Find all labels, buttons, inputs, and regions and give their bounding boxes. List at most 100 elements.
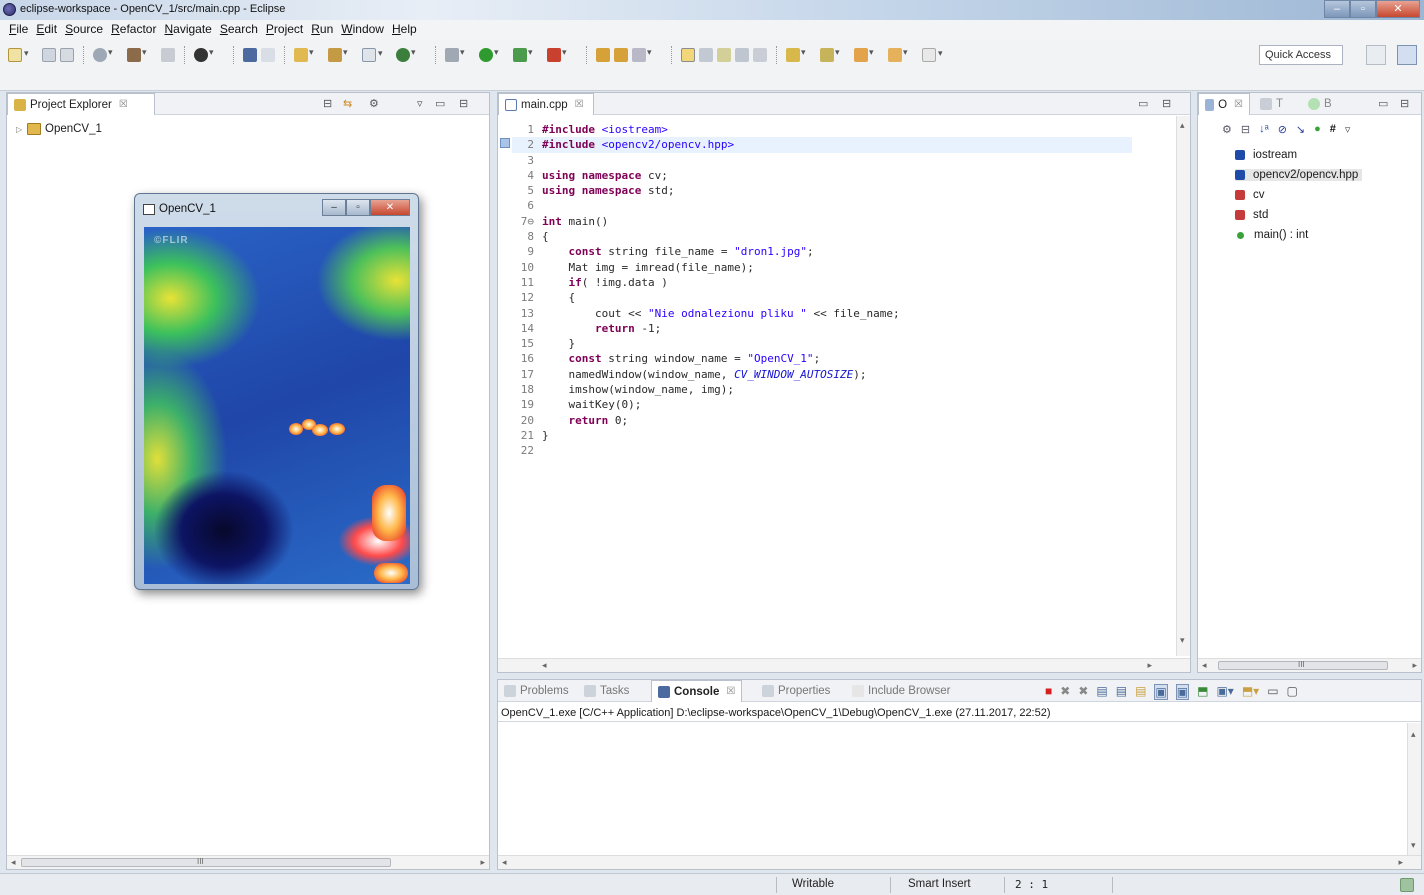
show-whitespace-icon[interactable] xyxy=(735,48,749,62)
minimize-view-icon[interactable]: ▭ xyxy=(1378,97,1394,110)
display-console-icon[interactable]: ▣▾ xyxy=(1216,684,1233,700)
debug-bug-icon[interactable] xyxy=(445,47,465,62)
pin-console-icon[interactable]: ⬒ xyxy=(1197,684,1208,700)
forward-arrow-icon[interactable] xyxy=(922,48,943,62)
menu-window[interactable]: Window xyxy=(338,20,389,39)
tree-item-project[interactable]: ▷ OpenCV_1 xyxy=(16,123,102,135)
code-line[interactable]: 14 return -1; xyxy=(512,321,1132,336)
maximize-view-icon[interactable]: ⊟ xyxy=(1400,97,1415,110)
code-line[interactable]: 1 #include <iostream> xyxy=(512,122,1132,137)
terminal-icon[interactable] xyxy=(243,48,257,62)
menu-project[interactable]: Project xyxy=(263,20,308,39)
outline-item-selected[interactable]: opencv2/opencv.hpp xyxy=(1235,169,1363,181)
block-selection-icon[interactable] xyxy=(717,48,731,62)
cpp-perspective-icon[interactable] xyxy=(1397,45,1417,65)
console-vertical-scrollbar[interactable]: ▴ ▾ xyxy=(1407,723,1421,855)
code-line[interactable]: 19 waitKey(0); xyxy=(512,397,1132,412)
code-line[interactable]: 17 namedWindow(window_name, CV_WINDOW_AU… xyxy=(512,367,1132,382)
quick-access-input[interactable]: Quick Access xyxy=(1259,45,1343,65)
menu-search[interactable]: Search xyxy=(217,20,263,39)
code-line[interactable]: 15 } xyxy=(512,336,1132,351)
open-element-icon[interactable] xyxy=(614,48,628,62)
tab-main-cpp[interactable]: main.cpp ☒ xyxy=(498,93,594,115)
menu-refactor[interactable]: Refactor xyxy=(108,20,161,39)
clear-console-icon[interactable]: ▤ xyxy=(1096,684,1107,700)
link-editor-icon[interactable]: ⇆ xyxy=(343,97,358,110)
minimize-view-icon[interactable]: ▭ xyxy=(435,97,451,110)
new-class-icon[interactable] xyxy=(396,47,416,62)
remove-launch-icon[interactable]: ✖ xyxy=(1060,684,1070,700)
new-icon[interactable] xyxy=(8,48,29,62)
hide-static-icon[interactable]: ↘ xyxy=(1296,123,1305,136)
open-perspective-icon[interactable] xyxy=(1366,45,1386,65)
scroll-right-icon[interactable]: ▸ xyxy=(1412,660,1417,671)
minimize-view-icon[interactable]: ▭ xyxy=(1138,97,1154,110)
code-line[interactable]: 4 using namespace cv; xyxy=(512,168,1132,183)
scroll-left-icon[interactable]: ◂ xyxy=(11,857,16,868)
outline-horizontal-scrollbar[interactable]: ◂ III ▸ xyxy=(1198,658,1421,672)
menu-file[interactable]: File xyxy=(6,20,33,39)
maximize-view-icon[interactable]: ⊟ xyxy=(1162,97,1177,110)
save-icon[interactable] xyxy=(42,48,56,62)
code-line[interactable]: 3 xyxy=(512,153,1132,168)
collapse-all-icon[interactable]: ⊟ xyxy=(323,97,338,110)
expand-chevron-icon[interactable]: ▷ xyxy=(16,125,22,134)
maximize-button[interactable]: ▫ xyxy=(1350,0,1376,18)
view-menu-icon[interactable]: ▿ xyxy=(1345,123,1351,136)
build-config-icon[interactable] xyxy=(93,47,113,62)
scroll-lock-icon[interactable]: ▤ xyxy=(1116,684,1127,700)
tab-project-explorer[interactable]: Project Explorer ☒ xyxy=(7,93,155,115)
close-icon[interactable]: ☒ xyxy=(726,686,735,697)
menu-source[interactable]: Source xyxy=(62,20,108,39)
show-stderr-icon[interactable]: ▣ xyxy=(1175,684,1190,700)
code-line[interactable]: 10 Mat img = imread(file_name); xyxy=(512,260,1132,275)
code-line[interactable]: 7⊖ int main() xyxy=(512,214,1132,229)
open-type-icon[interactable] xyxy=(596,48,610,62)
collapse-all-icon[interactable]: ⊟ xyxy=(1241,123,1250,136)
cv-maximize-button[interactable]: ▫ xyxy=(346,199,370,216)
show-stdout-icon[interactable]: ▣ xyxy=(1154,684,1168,700)
menu-navigate[interactable]: Navigate xyxy=(161,20,216,39)
scroll-left-icon[interactable]: ◂ xyxy=(1202,660,1207,671)
debug-person-icon[interactable] xyxy=(194,47,214,62)
opencv-image-window[interactable]: OpenCV_1 – ▫ ✕ ©FLIR xyxy=(134,193,419,590)
open-console-icon[interactable]: ⬒▾ xyxy=(1242,684,1259,700)
run-icon[interactable] xyxy=(479,47,499,62)
code-editor[interactable]: 1 #include <iostream> 2 #include <opencv2/o… xyxy=(512,122,1132,459)
skip-breakpoints-icon[interactable] xyxy=(261,48,275,62)
close-icon[interactable]: ☒ xyxy=(575,99,584,110)
sort-icon[interactable]: ↓ᵃ xyxy=(1259,123,1269,136)
tab-console[interactable]: Console ☒ xyxy=(651,680,743,702)
menu-edit[interactable]: Edit xyxy=(33,20,62,39)
scroll-up-icon[interactable]: ▴ xyxy=(1411,729,1416,740)
tab-outline[interactable]: O ☒ xyxy=(1198,93,1250,115)
back-arrow-icon[interactable] xyxy=(888,47,908,62)
outline-item[interactable]: iostream xyxy=(1235,149,1297,161)
coverage-icon[interactable] xyxy=(513,47,533,62)
cv-minimize-button[interactable]: – xyxy=(322,199,346,216)
code-line[interactable]: 13 cout << "Nie odnalezionu pliku " << f… xyxy=(512,306,1132,321)
new-source-file-icon[interactable] xyxy=(362,48,383,62)
code-line[interactable]: 18 imshow(window_name, img); xyxy=(512,382,1132,397)
tab-tasks[interactable]: Tasks xyxy=(578,680,635,702)
last-edit-icon[interactable] xyxy=(854,47,874,62)
menu-run[interactable]: Run xyxy=(308,20,338,39)
view-menu-icon[interactable]: ▿ xyxy=(417,97,429,110)
terminate-icon[interactable]: ■ xyxy=(1045,684,1052,700)
remove-all-icon[interactable]: ✖ xyxy=(1078,684,1088,700)
scroll-right-icon[interactable]: ▸ xyxy=(1147,660,1152,671)
maximize-view-icon[interactable]: ▢ xyxy=(1287,684,1298,700)
external-tools-icon[interactable] xyxy=(547,47,567,62)
code-line[interactable]: 12 { xyxy=(512,290,1132,305)
code-line[interactable]: 11 if( !img.data ) xyxy=(512,275,1132,290)
word-wrap-icon[interactable] xyxy=(699,48,713,62)
outline-item[interactable]: main() : int xyxy=(1235,229,1308,241)
menu-help[interactable]: Help xyxy=(389,20,422,39)
scroll-thumb[interactable] xyxy=(21,858,391,867)
build-all-icon[interactable] xyxy=(161,48,175,62)
cv-close-button[interactable]: ✕ xyxy=(370,199,410,216)
code-line[interactable]: 9 const string file_name = "dron1.jpg"; xyxy=(512,244,1132,259)
new-source-folder-icon[interactable] xyxy=(328,47,348,62)
scroll-left-icon[interactable]: ◂ xyxy=(542,660,547,671)
console-horizontal-scrollbar[interactable]: ◂ ▸ xyxy=(498,855,1421,869)
